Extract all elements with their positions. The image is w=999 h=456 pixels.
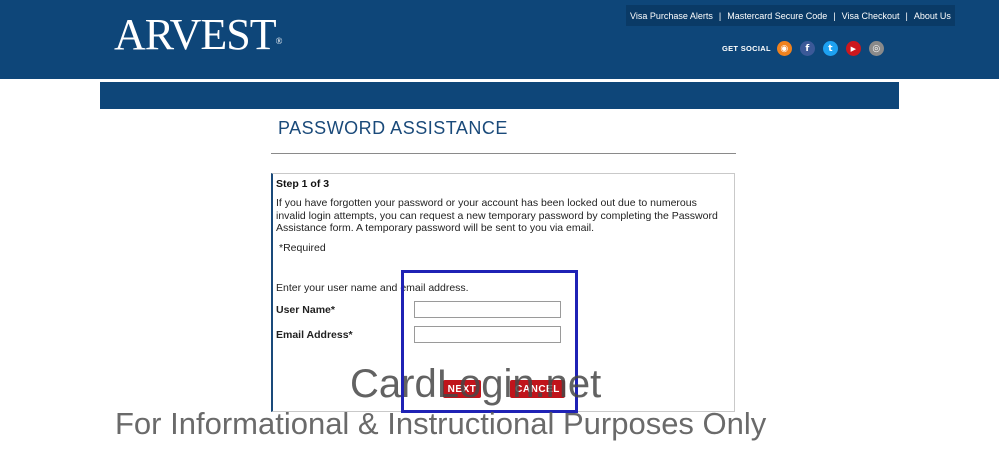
separator: | [833,10,836,21]
arvest-logo[interactable]: ARVEST® [114,10,282,60]
facebook-icon[interactable]: f [799,41,815,56]
separator: | [905,10,908,21]
mastercard-secure-code-link[interactable]: Mastercard Secure Code [727,11,827,21]
user-name-label: User Name* [276,304,335,316]
watermark-title: CardLogin.net [350,362,602,406]
social-bar: GET SOCIAL ◉ f t ▶ ◎ [722,41,892,56]
nav-bar [100,82,899,109]
get-social-label: GET SOCIAL [722,44,771,53]
required-note: *Required [279,242,326,254]
title-divider [271,153,736,154]
instructions-text: If you have forgotten your password or y… [276,197,718,234]
registered-mark: ® [275,36,283,46]
step-indicator: Step 1 of 3 [276,178,330,190]
page-title: PASSWORD ASSISTANCE [278,118,508,138]
youtube-icon[interactable]: ▶ [845,41,861,56]
instagram-icon[interactable]: ◎ [868,41,884,56]
rss-icon[interactable]: ◉ [776,41,792,56]
separator: | [718,10,722,21]
visa-purchase-alerts-link[interactable]: Visa Purchase Alerts [630,11,713,21]
top-links-bar: Visa Purchase Alerts | Mastercard Secure… [626,5,955,26]
site-header: ARVEST® Visa Purchase Alerts | Mastercar… [0,0,999,79]
logo-text: ARVEST [114,10,277,59]
about-us-link[interactable]: About Us [914,11,951,21]
twitter-icon[interactable]: t [822,41,838,56]
email-address-label: Email Address* [276,329,353,341]
visa-checkout-link[interactable]: Visa Checkout [842,11,900,21]
watermark-subtitle: For Informational & Instructional Purpos… [115,406,767,441]
